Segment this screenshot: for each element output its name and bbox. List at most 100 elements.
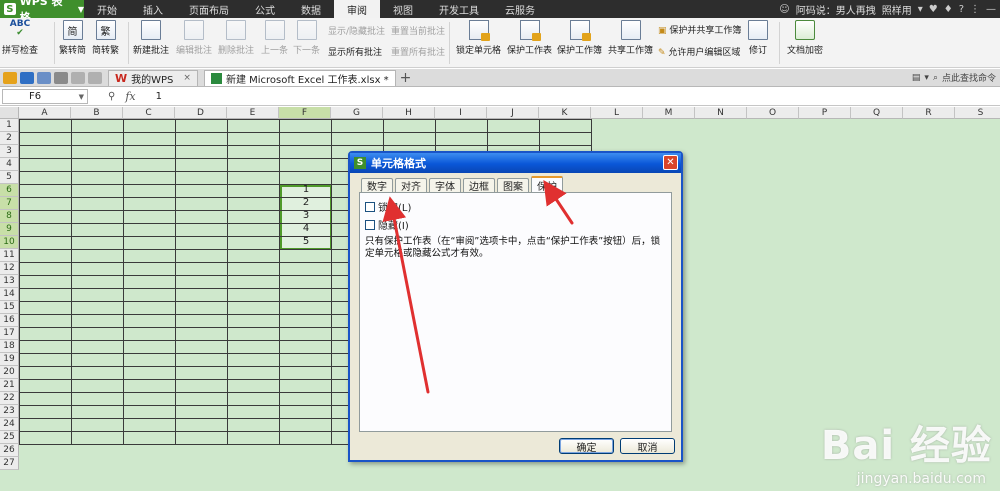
cell-value[interactable]: 4 (280, 223, 332, 236)
more-icon[interactable]: ⋮ (970, 4, 980, 15)
row-header[interactable]: 2 (0, 132, 19, 145)
row-header[interactable]: 27 (0, 457, 19, 470)
cell-value[interactable]: 5 (280, 236, 332, 249)
select-all-corner[interactable] (0, 107, 19, 119)
lock-checkbox[interactable] (365, 201, 375, 212)
dialog-tab[interactable]: 图案 (497, 178, 529, 193)
trad-to-simp-button[interactable]: 简 繁转简 (59, 20, 86, 56)
row-header[interactable]: 17 (0, 327, 19, 340)
reset-all-comments-button[interactable]: 重置所有批注 (391, 45, 445, 58)
close-icon[interactable]: ✕ (663, 155, 678, 170)
dialog-tab[interactable]: 边框 (463, 178, 495, 193)
column-header[interactable]: J (487, 107, 539, 119)
column-header[interactable]: G (331, 107, 383, 119)
settings-icon[interactable]: ♥ (929, 4, 938, 15)
tab-document[interactable]: 新建 Microsoft Excel 工作表.xlsx * (203, 69, 396, 86)
ok-button[interactable]: 确定 (559, 438, 614, 454)
zoom-icon[interactable]: ⚲ (108, 91, 115, 102)
menu-item[interactable]: 公式 (242, 0, 288, 18)
menu-item[interactable]: 审阅 (334, 0, 380, 18)
column-header[interactable]: E (227, 107, 279, 119)
menu-item[interactable]: 插入 (130, 0, 176, 18)
row-header[interactable]: 9 (0, 223, 19, 236)
row-header[interactable]: 20 (0, 366, 19, 379)
allow-edit-ranges-button[interactable]: ✎ 允许用户编辑区域 (658, 45, 740, 58)
close-icon[interactable]: × (183, 73, 191, 83)
dialog-tab[interactable]: 对齐 (395, 178, 427, 193)
column-header[interactable]: S (955, 107, 1000, 119)
lock-cell-button[interactable]: 锁定单元格 (456, 20, 501, 56)
column-header[interactable]: M (643, 107, 695, 119)
row-header[interactable]: 10 (0, 236, 19, 249)
column-header[interactable]: N (695, 107, 747, 119)
protect-workbook-button[interactable]: 保护工作簿 (557, 20, 602, 56)
formula-input[interactable]: 1 (156, 91, 162, 102)
row-header[interactable]: 22 (0, 392, 19, 405)
reset-current-comment-button[interactable]: 重置当前批注 (391, 24, 445, 37)
lock-option[interactable]: 锁定(L) (365, 199, 666, 214)
column-header[interactable]: B (71, 107, 123, 119)
function-icon[interactable]: fx (125, 90, 135, 103)
dialog-title-bar[interactable]: S 单元格格式 (350, 153, 681, 173)
lock-label[interactable]: 锁定(L) (378, 199, 411, 214)
column-header[interactable]: R (903, 107, 955, 119)
next-comment-button[interactable]: 下一条 (293, 20, 320, 56)
column-header[interactable]: Q (851, 107, 903, 119)
shirt-icon[interactable]: ♦ (944, 4, 953, 15)
menu-item[interactable]: 页面布局 (176, 0, 242, 18)
column-header[interactable]: O (747, 107, 799, 119)
dialog-tab[interactable]: 字体 (429, 178, 461, 193)
row-header[interactable]: 13 (0, 275, 19, 288)
menu-item[interactable]: 视图 (380, 0, 426, 18)
prev-comment-button[interactable]: 上一条 (261, 20, 288, 56)
chevron-down-icon[interactable]: ▼ (79, 93, 84, 101)
menu-item[interactable]: 云服务 (492, 0, 548, 18)
column-header[interactable]: A (19, 107, 71, 119)
chevron-down-icon[interactable]: ▾ (918, 4, 923, 15)
row-header[interactable]: 11 (0, 249, 19, 262)
column-header[interactable]: L (591, 107, 643, 119)
cell-value[interactable]: 3 (280, 210, 332, 223)
dialog-tab[interactable]: 数字 (361, 178, 393, 193)
menu-item[interactable]: 开始 (84, 0, 130, 18)
spell-check-button[interactable]: ABC ✔ 拼写检查 (2, 20, 38, 57)
row-header[interactable]: 7 (0, 197, 19, 210)
protect-and-share-button[interactable]: ▣ 保护并共享工作簿 (658, 23, 741, 36)
row-header[interactable]: 21 (0, 379, 19, 392)
edit-comment-button[interactable]: 编辑批注 (176, 20, 212, 56)
redo-icon[interactable] (88, 71, 102, 84)
new-tab-button[interactable]: + (400, 70, 412, 86)
minimize-icon[interactable]: — (986, 4, 996, 15)
row-header[interactable]: 25 (0, 431, 19, 444)
simp-to-trad-button[interactable]: 繁 简转繁 (92, 20, 119, 56)
row-header[interactable]: 8 (0, 210, 19, 223)
protect-sheet-button[interactable]: 保护工作表 (507, 20, 552, 56)
menu-item[interactable]: 数据 (288, 0, 334, 18)
skin-label[interactable]: 照样用 (882, 2, 912, 17)
hide-checkbox[interactable] (365, 219, 375, 230)
chevron-down-icon[interactable]: ▾ (924, 73, 929, 83)
folder-icon[interactable] (3, 71, 17, 84)
row-header[interactable]: 18 (0, 340, 19, 353)
track-changes-button[interactable]: 修订 (748, 20, 768, 56)
row-header[interactable]: 14 (0, 288, 19, 301)
row-header[interactable]: 16 (0, 314, 19, 327)
search-icon[interactable]: ⌕ (933, 73, 938, 83)
hide-label[interactable]: 隐藏(I) (378, 217, 409, 232)
new-comment-button[interactable]: 新建批注 (133, 20, 169, 56)
row-header[interactable]: 12 (0, 262, 19, 275)
column-header[interactable]: I (435, 107, 487, 119)
row-header[interactable]: 15 (0, 301, 19, 314)
row-header[interactable]: 4 (0, 158, 19, 171)
menu-item[interactable]: 开发工具 (426, 0, 492, 18)
delete-comment-button[interactable]: 删除批注 (218, 20, 254, 56)
column-header[interactable]: D (175, 107, 227, 119)
row-header[interactable]: 26 (0, 444, 19, 457)
column-header[interactable]: C (123, 107, 175, 119)
column-header[interactable]: H (383, 107, 435, 119)
row-header[interactable]: 6 (0, 184, 19, 197)
app-menu-button[interactable]: S WPS 表格 ▼ (0, 0, 84, 24)
name-box[interactable]: F6 ▼ (2, 89, 88, 104)
undo-icon[interactable] (71, 71, 85, 84)
hide-option[interactable]: 隐藏(I) (365, 217, 666, 232)
